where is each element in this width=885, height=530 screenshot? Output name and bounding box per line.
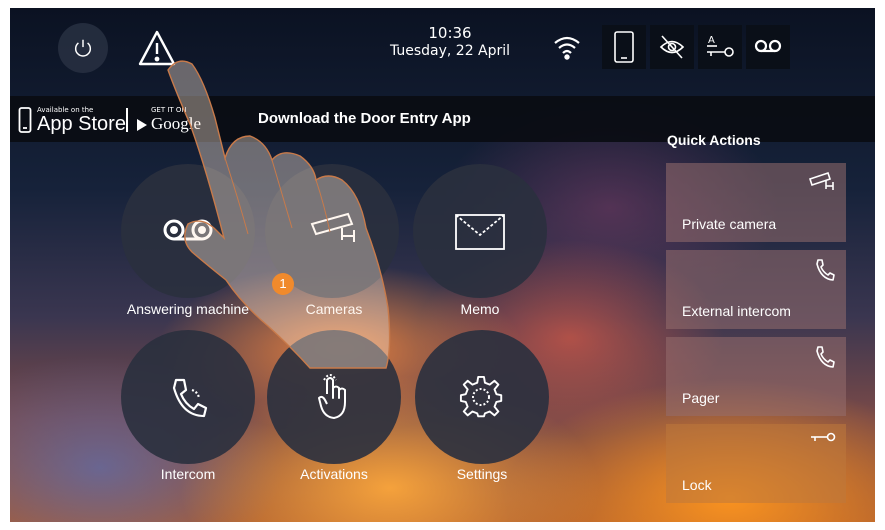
pointing-hand-illustration [167, 60, 391, 369]
step-marker: 1 [272, 273, 294, 295]
screen: 10:36 Tuesday, 22 April A Available on t… [10, 8, 875, 522]
